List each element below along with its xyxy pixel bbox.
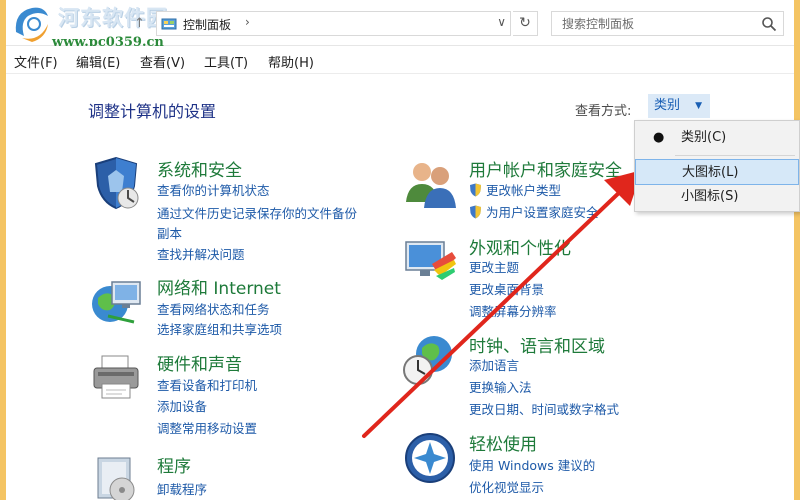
selected-bullet-icon: ● <box>653 130 665 145</box>
link-add-device[interactable]: 添加设备 <box>157 396 207 415</box>
view-by-menu: ● 类别(C) 大图标(L) 小图标(S) <box>634 120 800 212</box>
link-file-history-backup[interactable]: 通过文件历史记录保存你的文件备份 <box>157 203 357 222</box>
printer-icon[interactable] <box>88 350 144 406</box>
link-network-status[interactable]: 查看网络状态和任务 <box>157 299 270 318</box>
address-path-label: 控制面板 <box>183 18 232 32</box>
view-option-large-icons[interactable]: 大图标(L) <box>635 159 799 185</box>
view-by-value: 类别 <box>654 98 681 113</box>
menu-view[interactable]: 查看(V) <box>140 52 185 71</box>
link-devices-printers[interactable]: 查看设备和打印机 <box>157 375 257 394</box>
link-mobility-settings[interactable]: 调整常用移动设置 <box>157 418 257 437</box>
address-bar: 河东软件园 www.pc0359.cn ↑ 控制面板 › ∨ ↻ <box>6 0 794 50</box>
category-title-appearance[interactable]: 外观和个性化 <box>469 234 571 259</box>
refresh-button[interactable]: ↻ <box>513 11 538 36</box>
category-title-network-internet[interactable]: 网络和 Internet <box>157 274 281 299</box>
ease-of-access-icon[interactable] <box>402 430 458 486</box>
view-option-category-label: 类别(C) <box>681 130 727 145</box>
link-view-computer-status[interactable]: 查看你的计算机状态 <box>157 180 270 199</box>
users-icon[interactable] <box>402 156 458 212</box>
view-option-category[interactable]: ● 类别(C) <box>635 125 799 151</box>
menu-bar: 文件(F) 编辑(E) 查看(V) 工具(T) 帮助(H) <box>6 46 794 74</box>
link-file-history-backup-copy[interactable]: 副本 <box>157 223 182 242</box>
view-option-large-icons-label: 大图标(L) <box>682 165 739 180</box>
watermark-title: 河东软件园 <box>58 6 168 30</box>
address-dropdown-icon[interactable]: ∨ <box>497 15 506 29</box>
watermark-logo-icon <box>15 7 49 42</box>
category-title-system-security[interactable]: 系统和安全 <box>157 156 242 181</box>
link-family-safety-label: 为用户设置家庭安全 <box>486 205 599 220</box>
category-title-clock-language-region[interactable]: 时钟、语言和区域 <box>469 332 605 357</box>
link-change-date-time-format[interactable]: 更改日期、时间或数字格式 <box>469 399 619 418</box>
address-path[interactable]: 控制面板 › ∨ <box>156 11 511 36</box>
view-by-dropdown[interactable]: 类别 ▼ <box>648 94 710 118</box>
programs-icon[interactable] <box>88 450 144 500</box>
nav-up-button[interactable]: ↑ <box>134 16 145 31</box>
security-shield-icon[interactable] <box>88 156 144 212</box>
clock-globe-icon[interactable] <box>402 332 458 388</box>
uac-shield-icon <box>470 205 481 219</box>
link-family-safety[interactable]: 为用户设置家庭安全 <box>469 202 599 221</box>
control-panel-icon <box>161 18 177 30</box>
menu-tools[interactable]: 工具(T) <box>204 52 248 71</box>
link-change-theme[interactable]: 更改主题 <box>469 257 519 276</box>
appearance-icon[interactable] <box>402 234 458 290</box>
view-option-small-icons-label: 小图标(S) <box>681 189 739 204</box>
menu-divider <box>675 155 795 156</box>
view-option-small-icons[interactable]: 小图标(S) <box>635 184 799 210</box>
link-screen-resolution[interactable]: 调整屏幕分辨率 <box>469 301 557 320</box>
view-by-label: 查看方式: <box>575 104 632 119</box>
category-title-hardware-sound[interactable]: 硬件和声音 <box>157 350 242 375</box>
link-add-language[interactable]: 添加语言 <box>469 355 519 374</box>
link-uninstall-program[interactable]: 卸载程序 <box>157 479 207 498</box>
link-troubleshoot[interactable]: 查找并解决问题 <box>157 244 245 263</box>
link-change-account-type[interactable]: 更改帐户类型 <box>469 180 561 199</box>
menu-help[interactable]: 帮助(H) <box>268 52 314 71</box>
link-change-input-method[interactable]: 更换输入法 <box>469 377 532 396</box>
search-input[interactable] <box>552 12 752 35</box>
link-homegroup-sharing[interactable]: 选择家庭组和共享选项 <box>157 319 282 338</box>
link-change-desktop-background[interactable]: 更改桌面背景 <box>469 279 544 298</box>
caret-down-icon: ▼ <box>695 101 702 111</box>
breadcrumb-chevron-icon[interactable]: › <box>245 15 250 29</box>
category-title-ease-of-access[interactable]: 轻松使用 <box>469 430 537 455</box>
control-panel-window: 河东软件园 www.pc0359.cn ↑ 控制面板 › ∨ ↻ 文件(F <box>6 0 794 500</box>
page-title: 调整计算机的设置 <box>88 102 217 121</box>
search-box <box>551 11 784 36</box>
link-change-account-type-label: 更改帐户类型 <box>486 183 562 198</box>
category-title-user-accounts[interactable]: 用户帐户和家庭安全 <box>469 156 622 181</box>
link-optimize-visual-display[interactable]: 优化视觉显示 <box>469 477 544 496</box>
search-icon[interactable] <box>761 16 777 32</box>
uac-shield-icon <box>470 183 481 197</box>
category-title-programs[interactable]: 程序 <box>157 452 191 477</box>
network-globe-icon[interactable] <box>88 274 144 330</box>
menu-edit[interactable]: 编辑(E) <box>76 52 120 71</box>
menu-file[interactable]: 文件(F) <box>14 52 58 71</box>
link-windows-suggestions[interactable]: 使用 Windows 建议的 <box>469 455 595 474</box>
